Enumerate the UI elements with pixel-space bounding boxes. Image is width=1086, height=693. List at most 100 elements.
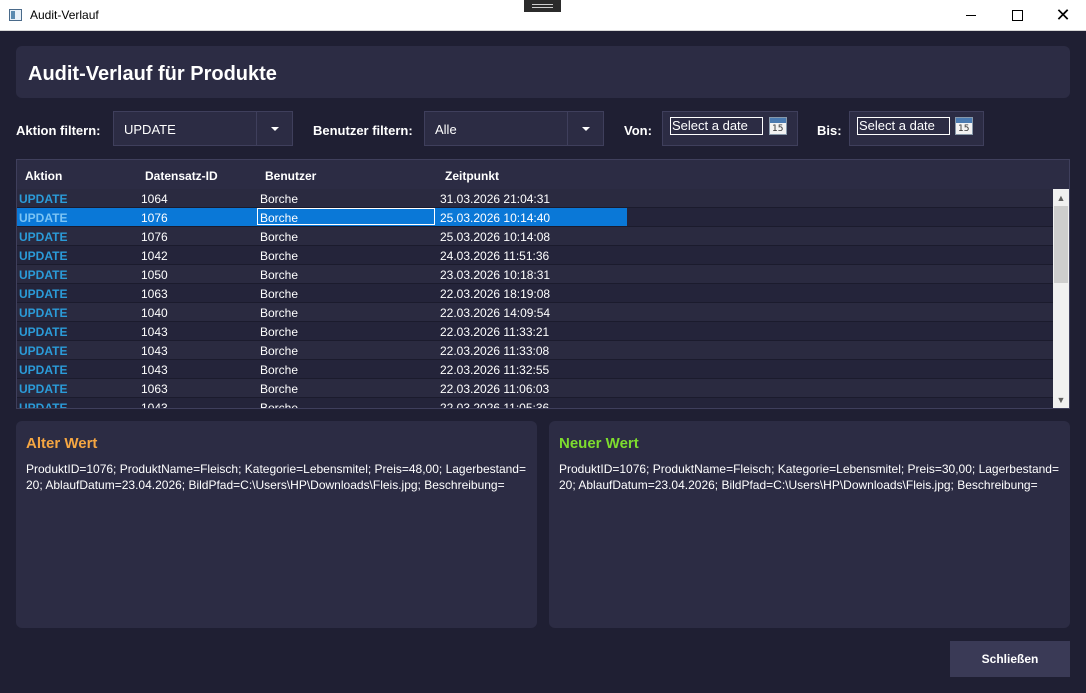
- scroll-down-icon[interactable]: ▼: [1053, 391, 1069, 408]
- table-row[interactable]: UPDATE 1064 Borche 31.03.2026 21:04:31: [17, 189, 1053, 208]
- cell-zeitpunkt[interactable]: 22.03.2026 11:05:36: [440, 401, 549, 408]
- cell-benutzer[interactable]: Borche: [260, 230, 298, 244]
- aktion-filter-label: Aktion filtern:: [16, 123, 101, 138]
- cell-benutzer[interactable]: Borche: [260, 401, 298, 408]
- benutzer-dropdown-toggle[interactable]: [567, 112, 603, 145]
- page-header: Audit-Verlauf für Produkte: [16, 46, 1070, 98]
- maximize-button[interactable]: [994, 0, 1040, 30]
- cell-datensatz-id[interactable]: 1076: [141, 230, 168, 244]
- cell-datensatz-id[interactable]: 1043: [141, 401, 168, 408]
- scroll-up-icon[interactable]: ▲: [1053, 189, 1069, 206]
- cell-aktion[interactable]: UPDATE: [19, 287, 67, 301]
- von-date-picker[interactable]: Select a date 15: [662, 111, 798, 146]
- cell-zeitpunkt[interactable]: 25.03.2026 10:14:40: [440, 211, 550, 225]
- cell-aktion[interactable]: UPDATE: [19, 401, 67, 408]
- column-header-benutzer[interactable]: Benutzer: [265, 169, 316, 183]
- calendar-icon[interactable]: 15: [955, 117, 973, 135]
- chevron-down-icon: [270, 126, 279, 131]
- cell-zeitpunkt[interactable]: 31.03.2026 21:04:31: [440, 192, 550, 206]
- cell-benutzer[interactable]: Borche: [260, 268, 298, 282]
- cell-datensatz-id[interactable]: 1043: [141, 325, 168, 339]
- cell-datensatz-id[interactable]: 1043: [141, 363, 168, 377]
- close-button[interactable]: Schließen: [950, 641, 1070, 677]
- cell-benutzer[interactable]: Borche: [260, 211, 298, 225]
- cell-datensatz-id[interactable]: 1076: [141, 211, 168, 225]
- cell-benutzer[interactable]: Borche: [260, 287, 298, 301]
- new-value-panel: Neuer Wert ProduktID=1076; ProduktName=F…: [549, 421, 1070, 628]
- aktion-dropdown-toggle[interactable]: [256, 112, 292, 145]
- cell-aktion[interactable]: UPDATE: [19, 363, 67, 377]
- cell-zeitpunkt[interactable]: 23.03.2026 10:18:31: [440, 268, 550, 282]
- cell-datensatz-id[interactable]: 1042: [141, 249, 168, 263]
- cell-benutzer[interactable]: Borche: [260, 344, 298, 358]
- table-row[interactable]: UPDATE 1043 Borche 22.03.2026 11:05:36: [17, 398, 1053, 408]
- cell-zeitpunkt[interactable]: 22.03.2026 14:09:54: [440, 306, 550, 320]
- chevron-down-icon: [581, 126, 590, 131]
- old-value-panel: Alter Wert ProduktID=1076; ProduktName=F…: [16, 421, 537, 628]
- table-row[interactable]: UPDATE 1043 Borche 22.03.2026 11:33:08: [17, 341, 1053, 360]
- table-row[interactable]: UPDATE 1043 Borche 22.03.2026 11:32:55: [17, 360, 1053, 379]
- cell-benutzer[interactable]: Borche: [260, 306, 298, 320]
- cell-aktion[interactable]: UPDATE: [19, 230, 67, 244]
- bis-label: Bis:: [817, 123, 842, 138]
- cell-aktion[interactable]: UPDATE: [19, 268, 67, 282]
- benutzer-filter-dropdown[interactable]: Alle: [424, 111, 604, 146]
- cell-zeitpunkt[interactable]: 22.03.2026 11:32:55: [440, 363, 549, 377]
- cell-zeitpunkt[interactable]: 22.03.2026 11:06:03: [440, 382, 549, 396]
- table-row[interactable]: UPDATE 1043 Borche 22.03.2026 11:33:21: [17, 322, 1053, 341]
- table-row[interactable]: UPDATE 1063 Borche 22.03.2026 18:19:08: [17, 284, 1053, 303]
- cell-benutzer[interactable]: Borche: [260, 192, 298, 206]
- table-row[interactable]: UPDATE 1040 Borche 22.03.2026 14:09:54: [17, 303, 1053, 322]
- cell-benutzer[interactable]: Borche: [260, 325, 298, 339]
- audit-data-grid[interactable]: Aktion Datensatz-ID Benutzer Zeitpunkt U…: [16, 159, 1070, 409]
- scrollbar-thumb[interactable]: [1054, 206, 1068, 283]
- cell-aktion[interactable]: UPDATE: [19, 325, 67, 339]
- cell-zeitpunkt[interactable]: 22.03.2026 11:33:21: [440, 325, 549, 339]
- cell-benutzer[interactable]: Borche: [260, 363, 298, 377]
- column-header-zeitpunkt[interactable]: Zeitpunkt: [445, 169, 499, 183]
- cell-aktion[interactable]: UPDATE: [19, 192, 67, 206]
- table-row[interactable]: UPDATE 1063 Borche 22.03.2026 11:06:03: [17, 379, 1053, 398]
- minimize-icon: [966, 14, 976, 16]
- von-date-input[interactable]: Select a date: [670, 117, 763, 135]
- cell-datensatz-id[interactable]: 1063: [141, 382, 168, 396]
- close-icon: ✕: [1055, 4, 1071, 25]
- cell-zeitpunkt[interactable]: 25.03.2026 10:14:08: [440, 230, 550, 244]
- column-header-aktion[interactable]: Aktion: [25, 169, 62, 183]
- column-header-datensatz-id[interactable]: Datensatz-ID: [145, 169, 218, 183]
- cell-benutzer[interactable]: Borche: [260, 249, 298, 263]
- table-row[interactable]: UPDATE 1042 Borche 24.03.2026 11:51:36: [17, 246, 1053, 265]
- cell-benutzer[interactable]: Borche: [260, 382, 298, 396]
- vertical-scrollbar[interactable]: ▲ ▼: [1053, 189, 1069, 408]
- cell-zeitpunkt[interactable]: 22.03.2026 18:19:08: [440, 287, 550, 301]
- cell-aktion[interactable]: UPDATE: [19, 306, 67, 320]
- cell-datensatz-id[interactable]: 1040: [141, 306, 168, 320]
- cell-aktion[interactable]: UPDATE: [19, 249, 67, 263]
- app-icon: [9, 9, 22, 21]
- window-title: Audit-Verlauf: [30, 8, 99, 22]
- old-value-title: Alter Wert: [26, 435, 98, 452]
- cell-datensatz-id[interactable]: 1050: [141, 268, 168, 282]
- cell-aktion[interactable]: UPDATE: [19, 211, 67, 225]
- cell-zeitpunkt[interactable]: 22.03.2026 11:33:08: [440, 344, 549, 358]
- minimize-button[interactable]: [948, 0, 994, 30]
- cell-aktion[interactable]: UPDATE: [19, 344, 67, 358]
- calendar-icon[interactable]: 15: [769, 117, 787, 135]
- cell-datensatz-id[interactable]: 1043: [141, 344, 168, 358]
- cell-zeitpunkt[interactable]: 24.03.2026 11:51:36: [440, 249, 549, 263]
- grid-header: Aktion Datensatz-ID Benutzer Zeitpunkt: [17, 160, 1069, 189]
- table-row[interactable]: UPDATE 1076 Borche 25.03.2026 10:14:08: [17, 227, 1053, 246]
- cell-aktion[interactable]: UPDATE: [19, 382, 67, 396]
- table-row[interactable]: UPDATE 1076 Borche 25.03.2026 10:14:40: [17, 208, 1053, 227]
- calendar-day-number: 15: [772, 124, 784, 134]
- calendar-day-number: 15: [958, 124, 970, 134]
- aktion-filter-value: UPDATE: [124, 122, 176, 137]
- cell-datensatz-id[interactable]: 1064: [141, 192, 168, 206]
- bis-date-input[interactable]: Select a date: [857, 117, 950, 135]
- cell-datensatz-id[interactable]: 1063: [141, 287, 168, 301]
- drag-grip-icon[interactable]: [524, 0, 561, 12]
- close-window-button[interactable]: ✕: [1040, 0, 1086, 30]
- table-row[interactable]: UPDATE 1050 Borche 23.03.2026 10:18:31: [17, 265, 1053, 284]
- bis-date-picker[interactable]: Select a date 15: [849, 111, 984, 146]
- aktion-filter-dropdown[interactable]: UPDATE: [113, 111, 293, 146]
